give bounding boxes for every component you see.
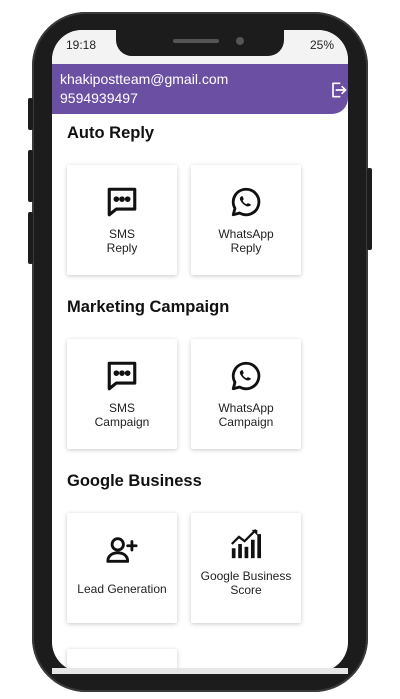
user-email: khakipostteam@gmail.com [60, 71, 229, 87]
sms-campaign-card[interactable]: SMS Campaign [67, 339, 177, 449]
card-label-line2: Campaign [94, 415, 150, 429]
card-label-line1: SMS [108, 401, 135, 415]
whatsapp-icon [231, 187, 261, 217]
card-label-line2: Score [230, 583, 262, 597]
section-title-marketing-campaign: Marketing Campaign [67, 298, 230, 316]
whatsapp-reply-card[interactable]: WhatsApp Reply [191, 165, 301, 275]
card-label-line2: Reply [230, 241, 262, 255]
app-header: khakipostteam@gmail.com 9594939497 [52, 64, 348, 114]
phone-screen: 19:18 25% khakipostteam@gmail.com 959493… [52, 30, 348, 672]
whatsapp-icon [231, 361, 261, 391]
sms-icon [107, 187, 137, 217]
power-button [367, 168, 372, 250]
sms-icon [107, 361, 137, 391]
card-label: SMS Reply [67, 227, 177, 255]
card-label: Lead Generation [67, 582, 177, 596]
card-label: WhatsApp Reply [191, 227, 301, 255]
card-label: WhatsApp Campaign [191, 401, 301, 429]
status-time: 19:18 [66, 38, 97, 52]
volume-up-button [28, 150, 33, 202]
card-label-line1: Google Business [200, 569, 292, 583]
status-battery: 25% [309, 38, 334, 52]
speaker [173, 39, 219, 43]
google-business-score-card[interactable]: Google Business Score [191, 513, 301, 623]
user-phone: 9594939497 [60, 90, 138, 106]
camera-notch [116, 30, 284, 56]
card-label: Google Business Score [191, 569, 301, 597]
volume-down-button [28, 212, 33, 264]
card-label: SMS Campaign [67, 401, 177, 429]
chart-growth-icon [231, 529, 262, 559]
front-camera [236, 37, 244, 45]
sms-reply-card[interactable]: SMS Reply [67, 165, 177, 275]
whatsapp-campaign-card[interactable]: WhatsApp Campaign [191, 339, 301, 449]
section-title-auto-reply: Auto Reply [67, 124, 155, 142]
card-label-line1: WhatsApp [218, 401, 274, 415]
lead-generation-card[interactable]: Lead Generation [67, 513, 177, 623]
card-label-line1: WhatsApp [218, 227, 274, 241]
card-label-line1: Lead Generation [77, 582, 167, 596]
section-title-google-business: Google Business [67, 472, 202, 490]
card-label-line1: SMS [108, 227, 135, 241]
card-label-line2: Reply [106, 241, 138, 255]
add-user-icon [106, 537, 138, 563]
logout-icon[interactable] [328, 80, 348, 100]
card-label-line2: Campaign [218, 415, 274, 429]
volume-button [28, 98, 33, 130]
scroll-bottom-edge [52, 668, 348, 674]
